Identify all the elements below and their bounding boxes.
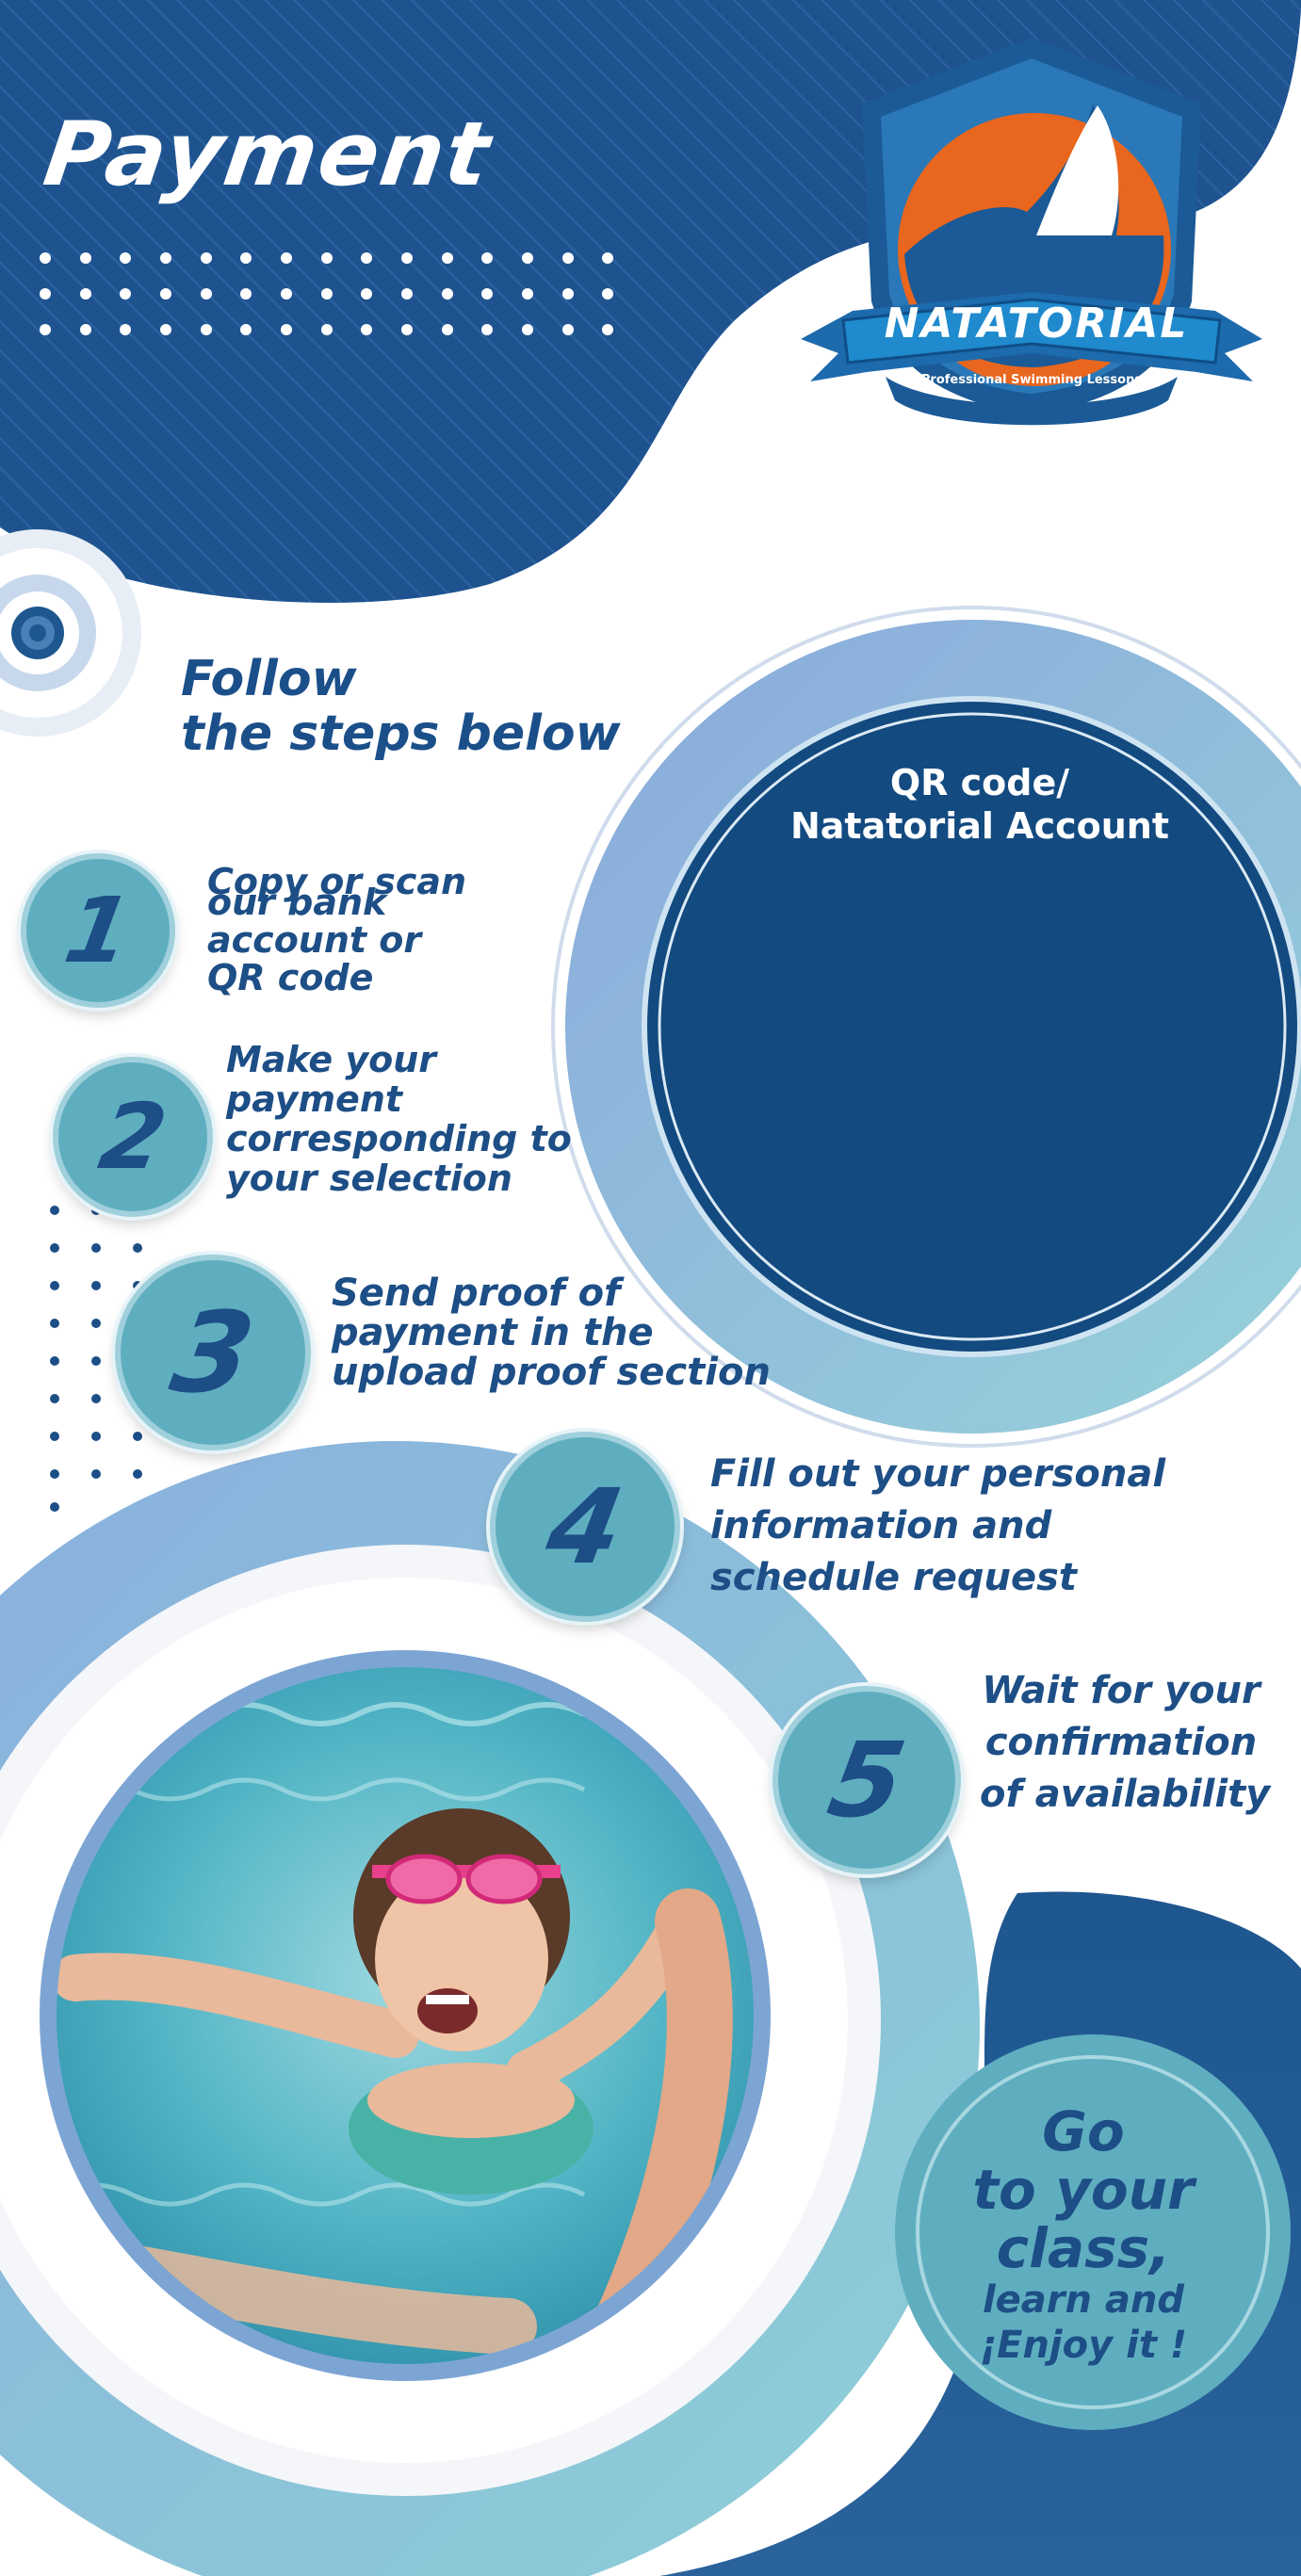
intro-heading: Follow the steps below xyxy=(181,652,621,761)
step-3-line: upload proof section xyxy=(332,1351,771,1394)
final-line-5: ¡Enjoy it ! xyxy=(979,2324,1188,2367)
step-3-text: Send proof of payment in the upload proo… xyxy=(332,1273,771,1392)
step-5-badge: 5 xyxy=(772,1686,961,1874)
final-line-2: to your xyxy=(972,2158,1195,2222)
qr-code-label: QR code/ Natatorial Account xyxy=(716,761,1244,848)
step-4-line: Fill out your personal xyxy=(710,1452,1166,1496)
step-2-line: Make your xyxy=(226,1039,437,1080)
intro-line-2: the steps below xyxy=(181,705,621,762)
step-4-badge: 4 xyxy=(490,1432,680,1622)
page-title: Payment xyxy=(38,104,497,206)
logo-brand: NATATORIAL xyxy=(884,300,1189,348)
final-line-1: Go xyxy=(1042,2099,1125,2163)
step-2-text: Make your payment corresponding to your … xyxy=(226,1040,572,1198)
step-2-line: your selection xyxy=(226,1158,512,1199)
step-1-line: account or xyxy=(207,919,422,961)
step-4-line: information and xyxy=(710,1504,1052,1547)
decorative-dots xyxy=(40,252,642,335)
step-3-badge: 3 xyxy=(115,1255,311,1450)
final-line-3: class, xyxy=(996,2216,1171,2280)
final-message: Go to your class, learn and ¡Enjoy it ! xyxy=(895,2102,1272,2368)
step-2-badge: 2 xyxy=(53,1057,213,1217)
step-1-line: QR code xyxy=(207,957,374,998)
step-2-line: payment xyxy=(226,1078,403,1120)
step-5-line: of availability xyxy=(980,1773,1271,1816)
step-3-number: 3 xyxy=(162,1288,264,1418)
step-4-number: 4 xyxy=(538,1466,632,1587)
intro-line-1: Follow xyxy=(181,651,357,707)
final-line-4: learn and xyxy=(982,2278,1185,2322)
step-1-badge: 1 xyxy=(21,853,175,1008)
step-1-text: Copy or scan our bank account or QR code xyxy=(207,863,466,996)
step-1-number: 1 xyxy=(57,878,139,983)
step-5-line: Wait for your xyxy=(982,1669,1260,1712)
step-4-line: schedule request xyxy=(710,1556,1078,1599)
step-3-line: Send proof of xyxy=(332,1272,621,1315)
step-3-line: payment in the xyxy=(332,1311,654,1354)
step-5-text: Wait for your confirmation of availabili… xyxy=(980,1665,1271,1821)
logo-tagline: Professional Swimming Lessons xyxy=(920,373,1143,387)
step-2-number: 2 xyxy=(91,1084,174,1190)
qr-label-line-2: Natatorial Account xyxy=(789,805,1170,847)
step-4-text: Fill out your personal information and s… xyxy=(710,1449,1165,1604)
step-5-number: 5 xyxy=(820,1720,914,1840)
qr-label-line-1: QR code/ xyxy=(889,762,1070,803)
step-5-line: confirmation xyxy=(984,1721,1258,1764)
step-2-line: corresponding to xyxy=(226,1118,572,1159)
